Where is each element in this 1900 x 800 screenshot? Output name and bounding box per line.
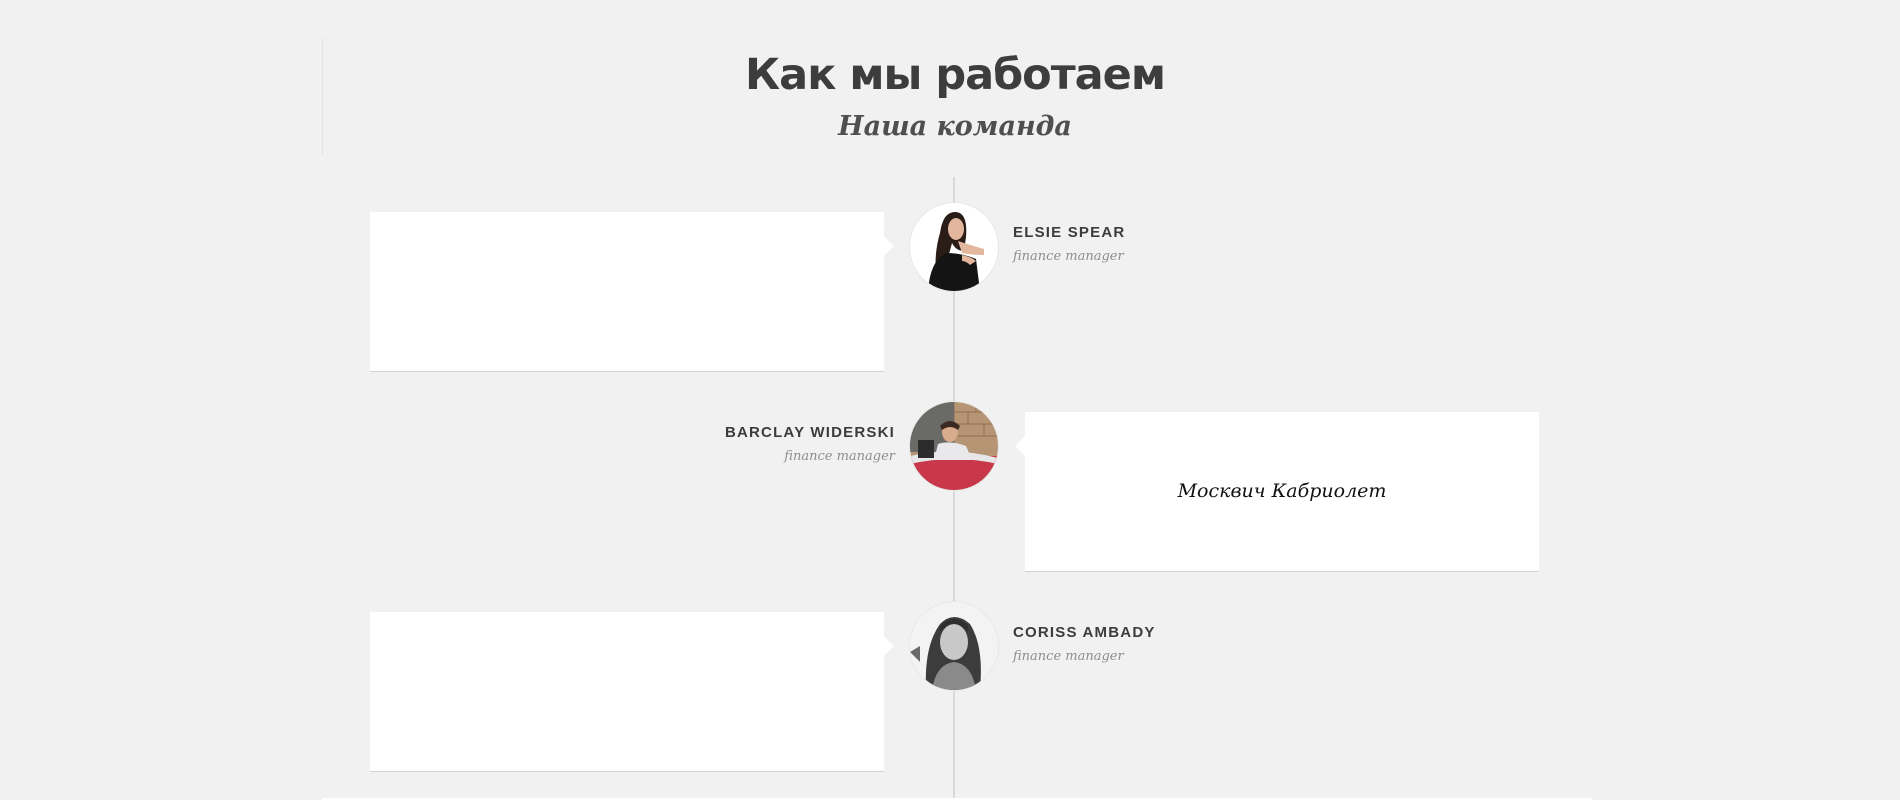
member-coriss-ambady: CORISS AMBADY finance manager xyxy=(1013,623,1156,667)
timeline-card-2: Москвич Кабриолет xyxy=(1015,412,1539,572)
card-text: Москвич Кабриолет xyxy=(1177,480,1387,502)
member-role: finance manager xyxy=(1013,649,1124,664)
member-name: ELSIE SPEAR xyxy=(1013,224,1126,241)
member-role: finance manager xyxy=(1013,249,1124,264)
member-name: BARCLAY WIDERSKI xyxy=(724,424,895,441)
timeline-card-1 xyxy=(370,212,894,372)
avatar-elsie-spear xyxy=(910,203,998,291)
member-elsie-spear: ELSIE SPEAR finance manager xyxy=(1013,223,1125,267)
member-name: CORISS AMBADY xyxy=(1013,624,1156,641)
portrait-woman-grayscale-icon xyxy=(910,602,998,690)
section-header: Как мы работаем Наша команда xyxy=(0,45,1900,145)
avatar-barclay-widerski xyxy=(910,402,998,490)
timeline-card-3 xyxy=(370,612,894,772)
avatar-coriss-ambady xyxy=(910,602,998,690)
page-title: Как мы работаем xyxy=(745,50,1166,100)
member-role: finance manager xyxy=(784,449,895,464)
portrait-man-icon xyxy=(910,402,998,490)
member-barclay-widerski: BARCLAY WIDERSKI finance manager xyxy=(725,423,895,467)
portrait-woman-icon xyxy=(910,203,998,291)
page-subtitle: Наша команда xyxy=(838,111,1072,142)
